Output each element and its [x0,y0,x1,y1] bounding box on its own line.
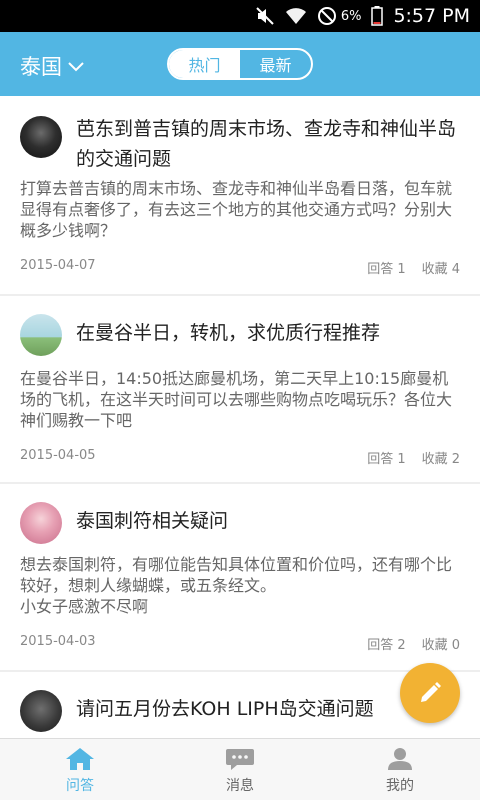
home-icon [66,748,94,770]
question-card[interactable]: 泰国刺符相关疑问 想去泰国刺符，有哪位能告知具体位置和价位吗，还有哪个比较好，想… [0,484,480,670]
question-title: 在曼谷半日，转机，求优质行程推荐 [76,322,381,344]
answer-count: 回答 1 [367,452,406,467]
answer-count: 回答 1 [367,262,406,277]
question-date: 2015-04-07 [20,258,96,273]
region-selector[interactable]: 泰国 [20,51,84,81]
nav-qa-label: 问答 [66,778,94,794]
question-title: 芭东到普吉镇的周末市场、查龙寺和神仙半岛的交通问题 [76,118,457,170]
bottom-nav: 问答 消息 我的 [0,738,480,800]
question-list: 芭东到普吉镇的周末市场、查龙寺和神仙半岛的交通问题 打算去普吉镇的周末市场、查龙… [0,96,480,738]
favorite-count: 收藏 0 [421,638,460,653]
nav-profile-label: 我的 [386,778,414,794]
question-date: 2015-04-03 [20,634,96,649]
ask-question-button[interactable] [400,663,460,723]
battery-percent: 6% [340,8,362,24]
answer-count: 回答 2 [367,638,406,653]
avatar [20,116,62,158]
avatar [20,502,62,544]
mute-icon [256,7,274,25]
question-card[interactable]: 芭东到普吉镇的周末市场、查龙寺和神仙半岛的交通问题 打算去普吉镇的周末市场、查龙… [0,96,480,294]
nav-qa[interactable]: 问答 [0,739,160,800]
favorite-count: 收藏 2 [421,452,460,467]
person-icon [388,748,412,770]
question-meta: 2015-04-03 回答 2 收藏 0 [20,634,460,653]
tab-hot[interactable]: 热门 [169,50,240,78]
pencil-icon [421,682,441,702]
chat-bubble-icon [226,749,254,770]
question-meta: 2015-04-05 回答 1 收藏 2 [20,448,460,467]
wifi-icon [285,8,306,24]
avatar [20,314,62,356]
question-meta: 2015-04-07 回答 1 收藏 4 [20,258,460,277]
question-body: 在曼谷半日，14:50抵达廊曼机场，第二天早上10:15廊曼机场的飞机，在这半天… [20,369,453,430]
favorite-count: 收藏 4 [421,262,460,277]
sort-tabs: 热门 最新 [167,48,313,80]
battery-icon [371,6,384,26]
question-date: 2015-04-05 [20,448,96,463]
tab-latest[interactable]: 最新 [240,50,311,78]
nav-messages-label: 消息 [226,778,254,794]
question-body: 打算去普吉镇的周末市场、查龙寺和神仙半岛看日落，包车就显得有点奢侈了，有去这三个… [20,179,453,240]
nav-messages[interactable]: 消息 [160,739,320,800]
avatar [20,690,62,732]
question-card[interactable]: 在曼谷半日，转机，求优质行程推荐 在曼谷半日，14:50抵达廊曼机场，第二天早上… [0,296,480,482]
chevron-down-icon [68,62,84,72]
clock: 5:57 PM [393,5,470,27]
region-label: 泰国 [20,55,62,79]
question-body: 想去泰国刺符，有哪位能告知具体位置和价位吗，还有哪个比较好，想刺人缘蝴蝶，或五条… [20,555,453,616]
no-signal-icon [317,7,336,25]
status-bar: 6% 5:57 PM [0,0,480,32]
nav-profile[interactable]: 我的 [320,739,480,800]
app-header: 泰国 热门 最新 [0,32,480,96]
question-title: 泰国刺符相关疑问 [76,510,229,532]
